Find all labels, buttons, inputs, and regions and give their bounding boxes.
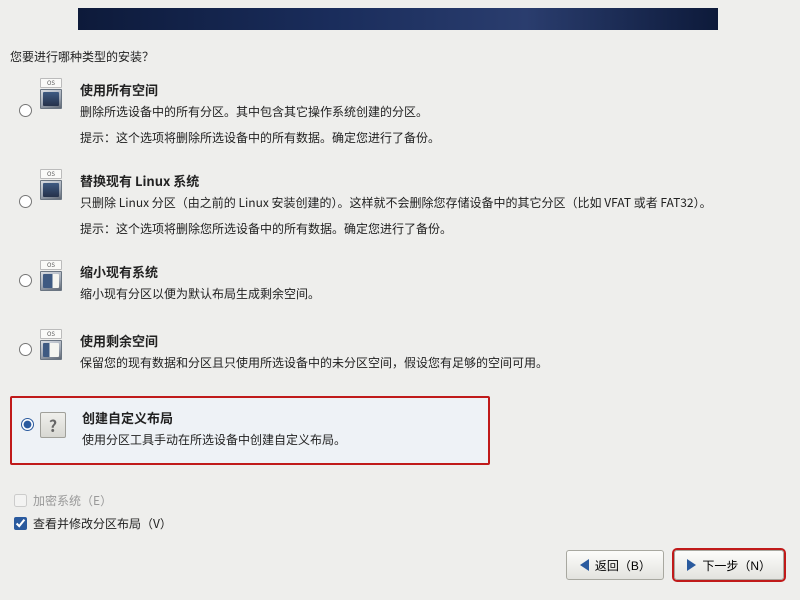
bottom-checkbox-area: 加密系统（E） 查看并修改分区布局（V）: [14, 492, 172, 538]
option-hint: 提示：这个选项将删除您所选设备中的所有数据。确定您进行了备份。: [80, 220, 784, 238]
option-desc: 删除所选设备中的所有分区。其中包含其它操作系统创建的分区。: [80, 103, 784, 121]
option-desc: 保留您的现有数据和分区且只使用所选设备中的未分区空间，假设您有足够的空间可用。: [80, 354, 784, 372]
review-layout-row[interactable]: 查看并修改分区布局（V）: [14, 515, 172, 532]
wizard-button-bar: 返回（B） 下一步（N）: [566, 550, 784, 580]
back-button[interactable]: 返回（B）: [566, 550, 664, 580]
encrypt-system-label: 加密系统（E）: [33, 492, 112, 509]
option-custom-layout[interactable]: ? 创建自定义布局 使用分区工具手动在所选设备中创建自定义布局。: [10, 396, 490, 465]
radio-shrink[interactable]: [19, 274, 32, 287]
question-icon: ?: [36, 408, 70, 438]
option-title: 缩小现有系统: [80, 262, 784, 281]
disk-icon: OS: [34, 171, 68, 205]
radio-replace-linux[interactable]: [19, 195, 32, 208]
option-desc: 使用分区工具手动在所选设备中创建自定义布局。: [82, 431, 482, 449]
option-title: 使用剩余空间: [80, 331, 784, 350]
install-type-question: 您要进行哪种类型的安装？: [10, 48, 154, 65]
arrow-left-icon: [580, 559, 589, 571]
radio-use-all-space[interactable]: [19, 104, 32, 117]
arrow-right-icon: [687, 559, 696, 571]
option-use-all-space[interactable]: OS 使用所有空间 删除所选设备中的所有分区。其中包含其它操作系统创建的分区。 …: [10, 76, 790, 153]
disk-icon: OS: [34, 80, 68, 114]
option-title: 使用所有空间: [80, 80, 784, 99]
encrypt-system-row: 加密系统（E）: [14, 492, 172, 509]
option-shrink[interactable]: OS 缩小现有系统 缩小现有分区以便为默认布局生成剩余空间。: [10, 258, 790, 313]
install-type-options: OS 使用所有空间 删除所选设备中的所有分区。其中包含其它操作系统创建的分区。 …: [10, 76, 790, 465]
review-layout-label: 查看并修改分区布局（V）: [33, 515, 172, 532]
option-title: 创建自定义布局: [82, 408, 482, 427]
next-button[interactable]: 下一步（N）: [674, 550, 784, 580]
option-desc: 缩小现有分区以便为默认布局生成剩余空间。: [80, 285, 784, 303]
option-use-free-space[interactable]: OS 使用剩余空间 保留您的现有数据和分区且只使用所选设备中的未分区空间，假设您…: [10, 327, 790, 382]
header-band: [78, 8, 718, 30]
disk-free-icon: OS: [34, 331, 68, 365]
option-desc: 只删除 Linux 分区（由之前的 Linux 安装创建的）。这样就不会删除您存…: [80, 194, 784, 212]
back-button-label: 返回（B）: [595, 557, 651, 574]
next-button-label: 下一步（N）: [702, 557, 771, 574]
option-hint: 提示：这个选项将删除所选设备中的所有数据。确定您进行了备份。: [80, 129, 784, 147]
radio-use-free-space[interactable]: [19, 343, 32, 356]
review-layout-checkbox[interactable]: [14, 517, 27, 530]
option-replace-linux[interactable]: OS 替换现有 Linux 系统 只删除 Linux 分区（由之前的 Linux…: [10, 167, 790, 244]
disk-shrink-icon: OS: [34, 262, 68, 296]
option-title: 替换现有 Linux 系统: [80, 171, 784, 190]
radio-custom-layout[interactable]: [21, 418, 34, 431]
encrypt-system-checkbox: [14, 494, 27, 507]
